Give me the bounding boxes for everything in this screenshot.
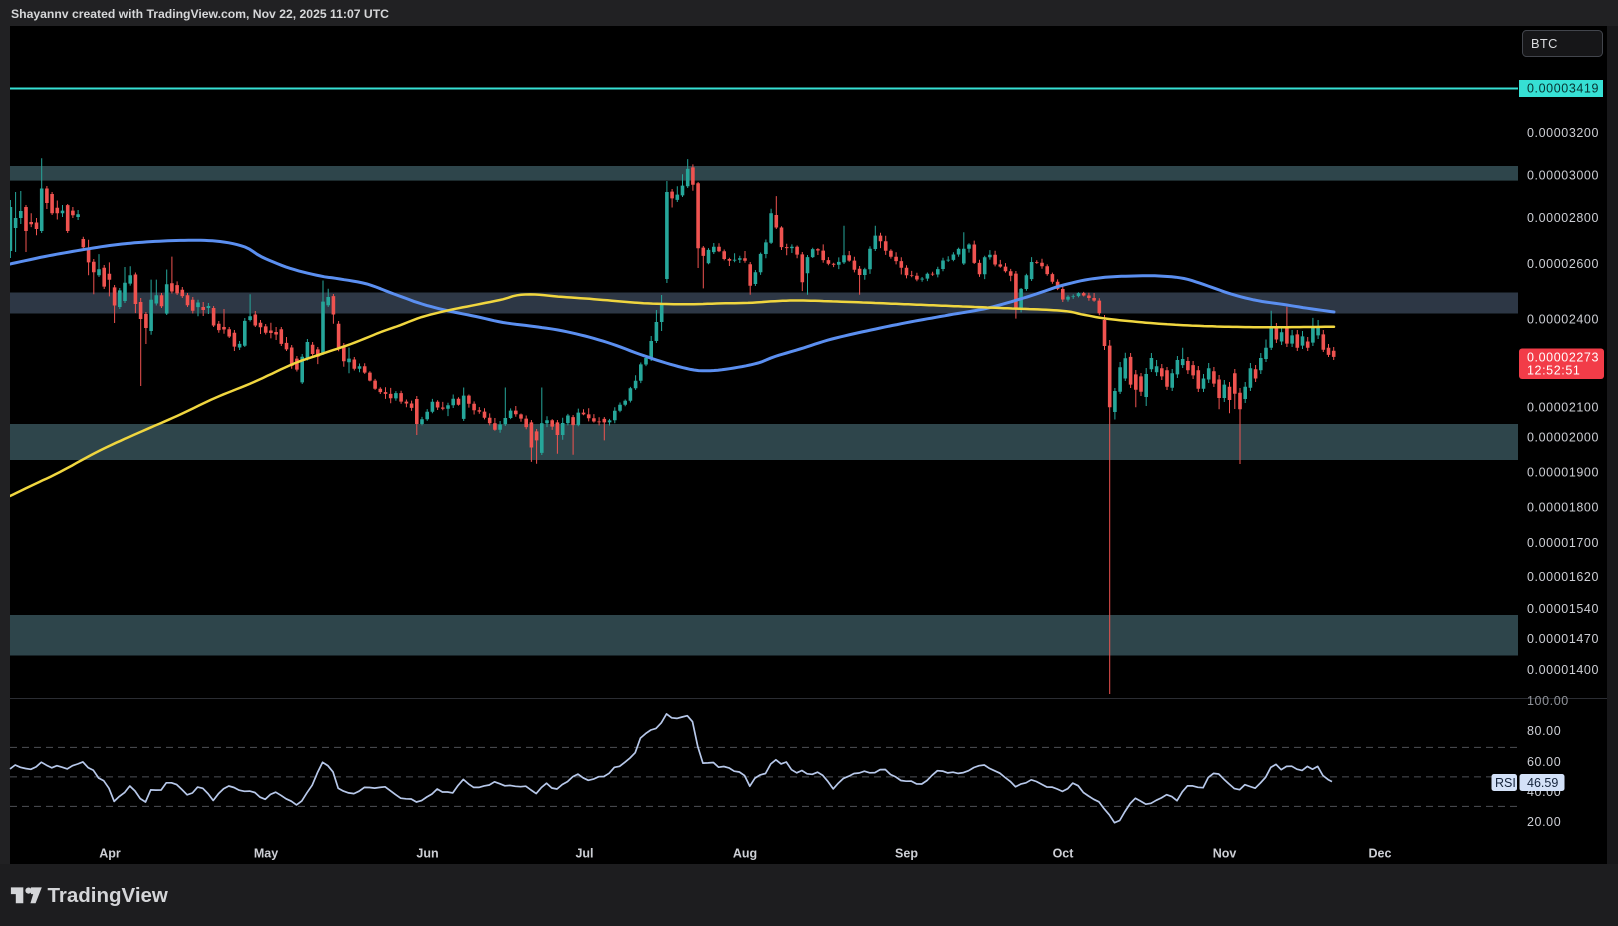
svg-text:0.00003200: 0.00003200 xyxy=(1527,126,1599,140)
svg-text:0.00003000: 0.00003000 xyxy=(1527,168,1599,182)
svg-text:Jul: Jul xyxy=(575,847,593,861)
svg-text:0.00002000: 0.00002000 xyxy=(1527,431,1599,445)
svg-text:0.00002100: 0.00002100 xyxy=(1527,401,1599,415)
svg-text:0.00002273: 0.00002273 xyxy=(1527,351,1599,365)
svg-text:0.00002600: 0.00002600 xyxy=(1527,257,1599,271)
svg-text:RSI: RSI xyxy=(1495,776,1516,790)
svg-text:0.00001700: 0.00001700 xyxy=(1527,536,1599,550)
svg-text:Nov: Nov xyxy=(1213,847,1237,861)
svg-text:BTC: BTC xyxy=(1531,36,1558,51)
svg-text:0.00001540: 0.00001540 xyxy=(1527,602,1599,616)
svg-text:Shayannv created with TradingV: Shayannv created with TradingView.com, N… xyxy=(11,7,389,21)
svg-text:Dec: Dec xyxy=(1369,847,1392,861)
svg-text:Apr: Apr xyxy=(99,847,121,861)
svg-text:Jun: Jun xyxy=(416,847,438,861)
svg-text:46.59: 46.59 xyxy=(1527,776,1558,790)
svg-text:0.00002800: 0.00002800 xyxy=(1527,211,1599,225)
svg-text:100.00: 100.00 xyxy=(1527,694,1569,708)
svg-text:0.00001400: 0.00001400 xyxy=(1527,663,1599,677)
svg-text:0.00002400: 0.00002400 xyxy=(1527,313,1599,327)
svg-text:0.00001800: 0.00001800 xyxy=(1527,501,1599,515)
svg-text:Aug: Aug xyxy=(733,847,757,861)
svg-text:20.00: 20.00 xyxy=(1527,815,1561,829)
svg-text:May: May xyxy=(254,847,278,861)
svg-text:0.00003419: 0.00003419 xyxy=(1527,82,1599,96)
svg-text:TradingView: TradingView xyxy=(48,884,168,907)
svg-text:12:52:51: 12:52:51 xyxy=(1527,364,1580,378)
svg-text:80.00: 80.00 xyxy=(1527,724,1561,738)
svg-text:60.00: 60.00 xyxy=(1527,755,1561,769)
svg-text:Sep: Sep xyxy=(895,847,918,861)
svg-text:0.00001620: 0.00001620 xyxy=(1527,570,1599,584)
svg-text:0.00001470: 0.00001470 xyxy=(1527,632,1599,646)
svg-text:Oct: Oct xyxy=(1053,847,1075,861)
svg-text:0.00001900: 0.00001900 xyxy=(1527,466,1599,480)
